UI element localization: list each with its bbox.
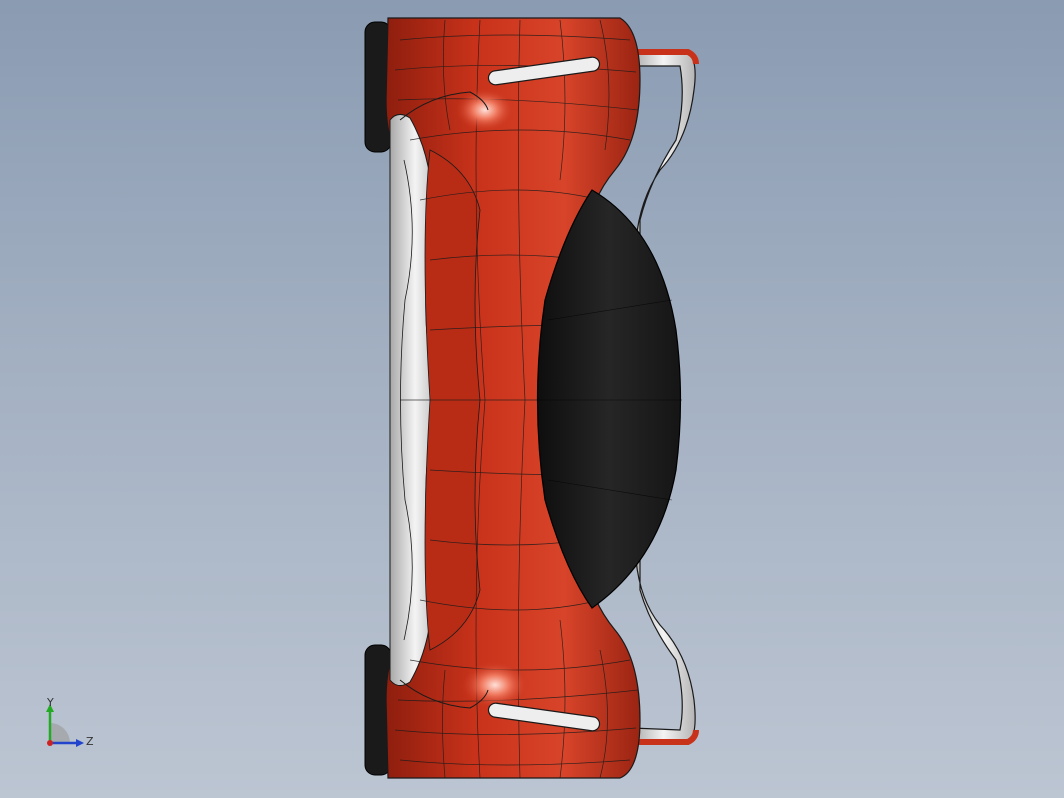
triad-origin: [47, 740, 53, 746]
body-highlight-front: [455, 88, 515, 132]
triad-quadrant: [50, 723, 70, 743]
z-axis-arrow-icon: [76, 739, 84, 747]
body-highlight-rear: [461, 661, 529, 709]
car-model-top-view[interactable]: [0, 0, 1064, 798]
graphics-viewport[interactable]: Y Z: [0, 0, 1064, 798]
z-axis-label: Z: [86, 735, 94, 748]
y-axis-label: Y: [46, 698, 54, 709]
axis-triad: Y Z: [46, 698, 94, 748]
